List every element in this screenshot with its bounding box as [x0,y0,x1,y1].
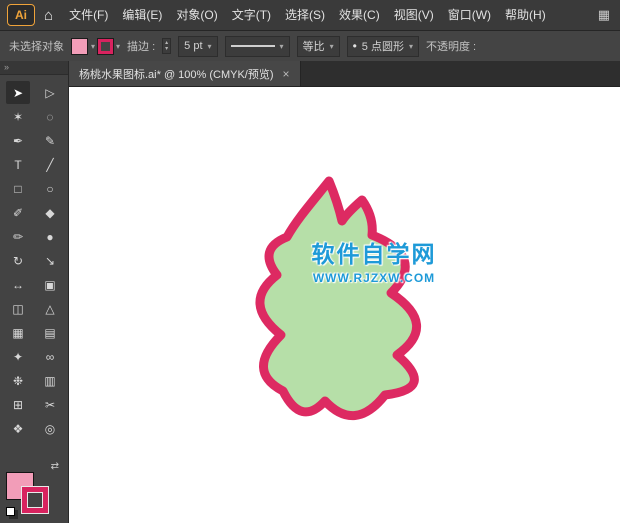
blob-brush-tool[interactable]: ● [38,225,62,248]
document-tab[interactable]: 杨桃水果图标.ai* @ 100% (CMYK/预览) × [69,61,301,86]
rectangle-tool[interactable]: □ [6,177,30,200]
menu-item-file[interactable]: 文件(F) [62,0,115,30]
document-area: 杨桃水果图标.ai* @ 100% (CMYK/预览) × 软件自学网 WWW.… [69,61,620,523]
width-profile-select[interactable]: ▾ [224,35,290,57]
work-area: » ➤ ▷ ✶ ◌ ✒ ✎ T ╱ □ ○ ✐ ◆ ✏ ● ↻ ↘ ↔ ▣ ◫ [0,61,620,523]
shape-builder-tool[interactable]: ◫ [6,297,30,320]
tab-close-icon[interactable]: × [283,68,290,80]
chevron-down-icon: ▾ [279,41,284,51]
menu-item-edit[interactable]: 编辑(E) [115,0,169,30]
default-fill-stroke-icon[interactable] [6,507,15,516]
menu-item-effect[interactable]: 效果(C) [332,0,387,30]
brush-name-value: 5 点圆形 [361,41,404,53]
stroke-dropdown-arrow-icon[interactable]: ▾ [116,42,120,51]
tools-grid: ➤ ▷ ✶ ◌ ✒ ✎ T ╱ □ ○ ✐ ◆ ✏ ● ↻ ↘ ↔ ▣ ◫ △ [0,75,68,440]
watermark: 软件自学网 WWW.RJZXW.COM [294,235,454,285]
fill-swatch[interactable] [71,37,88,55]
tools-panel: » ➤ ▷ ✶ ◌ ✒ ✎ T ╱ □ ○ ✐ ◆ ✏ ● ↻ ↘ ↔ ▣ ◫ [0,61,69,523]
profile-name-value: 等比 [302,41,325,53]
menu-item-help[interactable]: 帮助(H) [498,0,553,30]
mesh-tool[interactable]: ▦ [6,321,30,344]
fruit-shape-path[interactable] [255,176,421,420]
magic-wand-tool[interactable]: ✶ [6,105,30,128]
type-tool[interactable]: T [6,153,30,176]
home-icon[interactable]: ⌂ [44,7,53,24]
zoom-tool[interactable]: ◎ [38,417,62,440]
menu-bar: Ai ⌂ 文件(F) 编辑(E) 对象(O) 文字(T) 选择(S) 效果(C)… [0,0,620,31]
selection-status: 未选择对象 [9,41,64,53]
perspective-grid-tool[interactable]: △ [38,297,62,320]
swap-fill-stroke-icon[interactable]: ⇄ [51,461,59,472]
stroke-label: 描边 : [127,41,156,53]
document-tab-bar: 杨桃水果图标.ai* @ 100% (CMYK/预览) × [69,61,620,87]
line-segment-tool[interactable]: ╱ [38,153,62,176]
symbol-sprayer-tool[interactable]: ❉ [6,369,30,392]
artboard-tool[interactable]: ⊞ [6,393,30,416]
curvature-tool[interactable]: ✎ [38,129,62,152]
eyedropper-tool[interactable]: ✦ [6,345,30,368]
stroke-width-stepper[interactable]: ▴ ▾ [162,38,172,54]
menu-item-view[interactable]: 视图(V) [387,0,441,30]
profile-name-select[interactable]: 等比 ▾ [296,35,340,57]
fill-stroke-controls: ▾ ▾ [71,37,120,55]
selection-tool[interactable]: ➤ [6,81,30,104]
pencil-tool[interactable]: ✏ [6,225,30,248]
stroke-swatch[interactable] [98,38,114,54]
free-transform-tool[interactable]: ▣ [38,273,62,296]
width-profile-preview-icon [230,45,275,47]
opacity-label: 不透明度 : [425,41,477,53]
panel-collapse-button[interactable]: » [0,61,68,75]
menu-item-type[interactable]: 文字(T) [225,0,278,30]
watermark-title: 软件自学网 [311,241,437,267]
step-down-icon[interactable]: ▾ [165,46,168,52]
control-bar: 未选择对象 ▾ ▾ 描边 : ▴ ▾ 5 pt ▾ ▾ 等比 ▾ • 5 点圆形… [0,31,620,62]
app-logo-icon: Ai [7,4,35,26]
workspace-switcher-icon[interactable]: ▦ [598,7,610,23]
scale-tool[interactable]: ↘ [38,249,62,272]
eraser-tool[interactable]: ◆ [38,201,62,224]
stroke-width-value: 5 pt [184,40,203,52]
tab-title: 杨桃水果图标.ai* @ 100% (CMYK/预览) [79,68,274,81]
hand-tool[interactable]: ❖ [6,417,30,440]
stroke-proxy[interactable] [22,487,48,513]
brush-definition-select[interactable]: • 5 点圆形 ▾ [346,35,419,57]
width-tool[interactable]: ↔ [6,273,30,296]
ellipse-tool[interactable]: ○ [38,177,62,200]
column-graph-tool[interactable]: ▥ [38,369,62,392]
chevron-down-icon: ▾ [207,41,212,51]
menu-item-object[interactable]: 对象(O) [169,0,224,30]
menu-item-select[interactable]: 选择(S) [278,0,332,30]
canvas[interactable]: 软件自学网 WWW.RJZXW.COM [69,87,620,523]
menu-item-window[interactable]: 窗口(W) [441,0,498,30]
chevron-down-icon: ▾ [408,41,413,51]
direct-selection-tool[interactable]: ▷ [38,81,62,104]
paintbrush-tool[interactable]: ✐ [6,201,30,224]
slice-tool[interactable]: ✂ [38,393,62,416]
brush-preview-icon: • [352,39,357,53]
chevron-down-icon: ▾ [329,41,334,51]
fruit-shape[interactable] [241,175,441,435]
gradient-tool[interactable]: ▤ [38,321,62,344]
blend-tool[interactable]: ∞ [38,345,62,368]
fill-dropdown-arrow-icon[interactable]: ▾ [91,42,95,51]
rotate-tool[interactable]: ↻ [6,249,30,272]
fill-stroke-proxy: ⇄ [5,461,63,519]
lasso-tool[interactable]: ◌ [38,105,62,128]
watermark-url: WWW.RJZXW.COM [312,271,436,285]
stroke-width-select[interactable]: 5 pt ▾ [178,35,218,57]
pen-tool[interactable]: ✒ [6,129,30,152]
